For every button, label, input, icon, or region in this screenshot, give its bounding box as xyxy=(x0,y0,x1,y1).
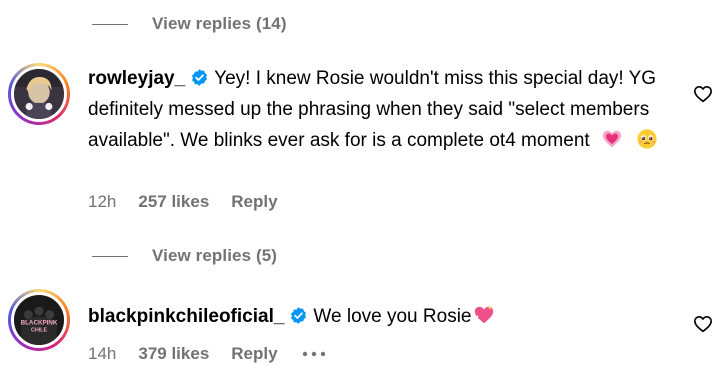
sparkling-heart-emoji-icon xyxy=(475,305,494,324)
comment-meta: 14h 379 likes Reply xyxy=(88,344,326,364)
pink-heart-emoji-icon xyxy=(602,130,622,148)
view-replies-label: View replies (5) xyxy=(152,246,278,265)
comment-text: We love you Rosie xyxy=(313,306,472,327)
comment-body: blackpinkchileoficial_ We love you Rosie xyxy=(88,301,688,332)
avatar-brand-line1: BLACKPINK xyxy=(21,319,58,326)
view-replies-button[interactable]: View replies (5) xyxy=(92,246,277,266)
avatar[interactable] xyxy=(8,63,70,125)
avatar-photo xyxy=(14,69,64,119)
likes-count[interactable]: 257 likes xyxy=(138,192,209,212)
avatar[interactable]: BLACKPINK CHILE xyxy=(8,289,70,351)
pleading-face-emoji-icon xyxy=(637,129,657,149)
view-replies-label: View replies (14) xyxy=(152,14,287,33)
reply-button[interactable]: Reply xyxy=(231,192,277,212)
verified-badge-icon xyxy=(291,307,307,324)
likes-count[interactable]: 379 likes xyxy=(138,344,209,364)
avatar-logo: BLACKPINK CHILE xyxy=(14,295,64,345)
timestamp: 14h xyxy=(88,344,117,363)
comment-blackpinkchileoficial: BLACKPINK CHILE blackpinkchileoficial_ We… xyxy=(8,289,721,379)
view-replies-button[interactable]: View replies (14) xyxy=(92,14,287,34)
comment-rowleyjay: rowleyjay_ Yey! I knew Rosie wouldn't mis… xyxy=(8,63,721,223)
replies-divider-line xyxy=(92,255,128,257)
comment-meta: 12h 257 likes Reply xyxy=(88,192,302,212)
reply-button[interactable]: Reply xyxy=(231,344,277,364)
avatar-brand-line2: CHILE xyxy=(31,328,47,334)
timestamp: 12h xyxy=(88,192,117,211)
replies-divider-line xyxy=(92,23,128,25)
username[interactable]: blackpinkchileoficial_ xyxy=(88,306,284,327)
like-heart-icon[interactable] xyxy=(693,315,713,333)
like-heart-icon[interactable] xyxy=(693,85,713,103)
comment-body: rowleyjay_ Yey! I knew Rosie wouldn't mis… xyxy=(88,63,688,156)
username[interactable]: rowleyjay_ xyxy=(88,68,185,89)
verified-badge-icon xyxy=(192,69,208,86)
more-options-icon[interactable] xyxy=(302,351,326,357)
